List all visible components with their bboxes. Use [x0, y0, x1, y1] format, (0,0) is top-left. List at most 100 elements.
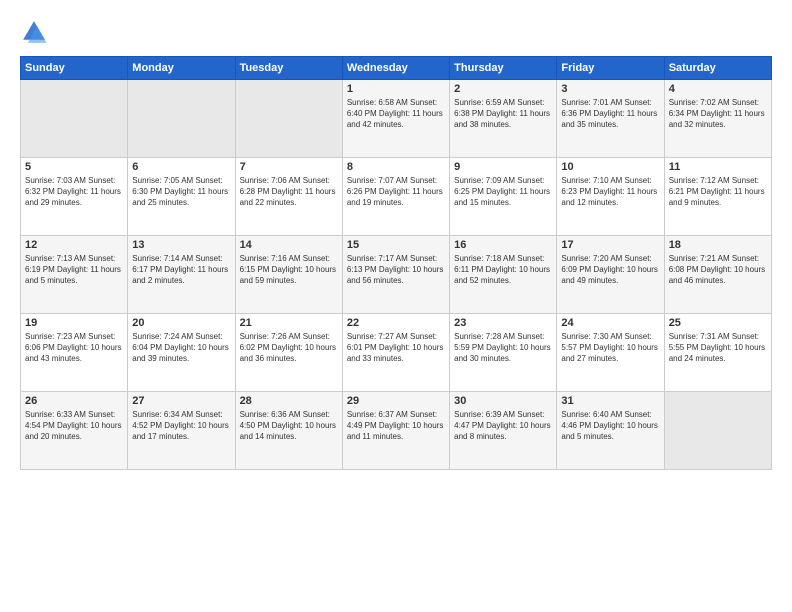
day-info: Sunrise: 7:23 AM Sunset: 6:06 PM Dayligh…	[25, 331, 123, 365]
day-number: 21	[240, 317, 338, 329]
day-info: Sunrise: 6:34 AM Sunset: 4:52 PM Dayligh…	[132, 409, 230, 443]
calendar-cell: 27Sunrise: 6:34 AM Sunset: 4:52 PM Dayli…	[128, 392, 235, 470]
calendar-week-1: 1 Sunrise: 6:58 AM Sunset: 6:40 PM Daylig…	[21, 80, 772, 158]
day-info: Sunrise: 7:13 AM Sunset: 6:19 PM Dayligh…	[25, 253, 123, 287]
calendar-cell: 17 Sunrise: 7:20 AM Sunset: 6:09 PM Dayli…	[557, 236, 664, 314]
day-number: 18	[669, 239, 767, 251]
logo-icon	[20, 18, 48, 46]
day-number: 17	[561, 239, 659, 251]
calendar-cell	[21, 80, 128, 158]
day-info: Sunrise: 6:33 AM Sunset: 4:54 PM Dayligh…	[25, 409, 123, 443]
weekday-header-thursday: Thursday	[450, 57, 557, 80]
calendar-cell: 13 Sunrise: 7:14 AM Sunset: 6:17 PM Dayli…	[128, 236, 235, 314]
calendar-cell: 5Sunrise: 7:03 AM Sunset: 6:32 PM Daylig…	[21, 158, 128, 236]
day-info: Sunrise: 7:06 AM Sunset: 6:28 PM Dayligh…	[240, 175, 338, 209]
day-number: 3	[561, 83, 659, 95]
day-info: Sunrise: 7:21 AM Sunset: 6:08 PM Dayligh…	[669, 253, 767, 287]
calendar-cell: 14 Sunrise: 7:16 AM Sunset: 6:15 PM Dayli…	[235, 236, 342, 314]
calendar-cell: 16 Sunrise: 7:18 AM Sunset: 6:11 PM Dayli…	[450, 236, 557, 314]
day-number: 24	[561, 317, 659, 329]
weekday-header-wednesday: Wednesday	[342, 57, 449, 80]
day-number: 1	[347, 83, 445, 95]
calendar-cell	[664, 392, 771, 470]
calendar-cell: 11 Sunrise: 7:12 AM Sunset: 6:21 PM Dayli…	[664, 158, 771, 236]
day-number: 16	[454, 239, 552, 251]
calendar-page: SundayMondayTuesdayWednesdayThursdayFrid…	[0, 0, 792, 612]
calendar-cell: 25Sunrise: 7:31 AM Sunset: 5:55 PM Dayli…	[664, 314, 771, 392]
calendar-cell: 28Sunrise: 6:36 AM Sunset: 4:50 PM Dayli…	[235, 392, 342, 470]
day-number: 5	[25, 161, 123, 173]
calendar-cell: 29Sunrise: 6:37 AM Sunset: 4:49 PM Dayli…	[342, 392, 449, 470]
calendar-cell: 31 Sunrise: 6:40 AM Sunset: 4:46 PM Dayli…	[557, 392, 664, 470]
calendar-cell: 22 Sunrise: 7:27 AM Sunset: 6:01 PM Dayli…	[342, 314, 449, 392]
day-info: Sunrise: 7:28 AM Sunset: 5:59 PM Dayligh…	[454, 331, 552, 365]
day-info: Sunrise: 6:58 AM Sunset: 6:40 PM Dayligh…	[347, 97, 445, 131]
calendar-cell	[235, 80, 342, 158]
day-number: 11	[669, 161, 767, 173]
day-number: 6	[132, 161, 230, 173]
calendar-week-5: 26 Sunrise: 6:33 AM Sunset: 4:54 PM Dayli…	[21, 392, 772, 470]
weekday-header-monday: Monday	[128, 57, 235, 80]
calendar-cell: 7Sunrise: 7:06 AM Sunset: 6:28 PM Daylig…	[235, 158, 342, 236]
day-info: Sunrise: 7:02 AM Sunset: 6:34 PM Dayligh…	[669, 97, 767, 131]
day-info: Sunrise: 7:07 AM Sunset: 6:26 PM Dayligh…	[347, 175, 445, 209]
day-number: 15	[347, 239, 445, 251]
day-info: Sunrise: 7:05 AM Sunset: 6:30 PM Dayligh…	[132, 175, 230, 209]
calendar-cell: 15 Sunrise: 7:17 AM Sunset: 6:13 PM Dayli…	[342, 236, 449, 314]
weekday-header-friday: Friday	[557, 57, 664, 80]
day-number: 26	[25, 395, 123, 407]
header-row: SundayMondayTuesdayWednesdayThursdayFrid…	[21, 57, 772, 80]
day-info: Sunrise: 7:18 AM Sunset: 6:11 PM Dayligh…	[454, 253, 552, 287]
day-info: Sunrise: 7:14 AM Sunset: 6:17 PM Dayligh…	[132, 253, 230, 287]
day-number: 13	[132, 239, 230, 251]
day-number: 8	[347, 161, 445, 173]
calendar-cell: 26 Sunrise: 6:33 AM Sunset: 4:54 PM Dayli…	[21, 392, 128, 470]
day-info: Sunrise: 7:27 AM Sunset: 6:01 PM Dayligh…	[347, 331, 445, 365]
day-info: Sunrise: 6:40 AM Sunset: 4:46 PM Dayligh…	[561, 409, 659, 443]
day-number: 4	[669, 83, 767, 95]
weekday-header-saturday: Saturday	[664, 57, 771, 80]
calendar-week-4: 19 Sunrise: 7:23 AM Sunset: 6:06 PM Dayli…	[21, 314, 772, 392]
day-info: Sunrise: 7:31 AM Sunset: 5:55 PM Dayligh…	[669, 331, 767, 365]
day-info: Sunrise: 6:59 AM Sunset: 6:38 PM Dayligh…	[454, 97, 552, 131]
day-number: 23	[454, 317, 552, 329]
calendar-table: SundayMondayTuesdayWednesdayThursdayFrid…	[20, 56, 772, 470]
day-number: 12	[25, 239, 123, 251]
day-number: 20	[132, 317, 230, 329]
calendar-cell	[128, 80, 235, 158]
calendar-cell: 12 Sunrise: 7:13 AM Sunset: 6:19 PM Dayli…	[21, 236, 128, 314]
logo	[20, 18, 52, 46]
day-info: Sunrise: 7:16 AM Sunset: 6:15 PM Dayligh…	[240, 253, 338, 287]
day-info: Sunrise: 7:12 AM Sunset: 6:21 PM Dayligh…	[669, 175, 767, 209]
calendar-cell: 20 Sunrise: 7:24 AM Sunset: 6:04 PM Dayli…	[128, 314, 235, 392]
calendar-cell: 1 Sunrise: 6:58 AM Sunset: 6:40 PM Daylig…	[342, 80, 449, 158]
day-info: Sunrise: 7:10 AM Sunset: 6:23 PM Dayligh…	[561, 175, 659, 209]
weekday-header-tuesday: Tuesday	[235, 57, 342, 80]
day-number: 19	[25, 317, 123, 329]
day-number: 10	[561, 161, 659, 173]
day-info: Sunrise: 7:26 AM Sunset: 6:02 PM Dayligh…	[240, 331, 338, 365]
calendar-cell: 9 Sunrise: 7:09 AM Sunset: 6:25 PM Daylig…	[450, 158, 557, 236]
day-info: Sunrise: 7:30 AM Sunset: 5:57 PM Dayligh…	[561, 331, 659, 365]
calendar-cell: 18 Sunrise: 7:21 AM Sunset: 6:08 PM Dayli…	[664, 236, 771, 314]
calendar-cell: 19 Sunrise: 7:23 AM Sunset: 6:06 PM Dayli…	[21, 314, 128, 392]
calendar-week-2: 5Sunrise: 7:03 AM Sunset: 6:32 PM Daylig…	[21, 158, 772, 236]
calendar-cell: 6 Sunrise: 7:05 AM Sunset: 6:30 PM Daylig…	[128, 158, 235, 236]
calendar-cell: 24 Sunrise: 7:30 AM Sunset: 5:57 PM Dayli…	[557, 314, 664, 392]
calendar-cell: 2Sunrise: 6:59 AM Sunset: 6:38 PM Daylig…	[450, 80, 557, 158]
day-number: 14	[240, 239, 338, 251]
calendar-cell: 10 Sunrise: 7:10 AM Sunset: 6:23 PM Dayli…	[557, 158, 664, 236]
day-info: Sunrise: 7:20 AM Sunset: 6:09 PM Dayligh…	[561, 253, 659, 287]
calendar-cell: 30Sunrise: 6:39 AM Sunset: 4:47 PM Dayli…	[450, 392, 557, 470]
day-number: 9	[454, 161, 552, 173]
calendar-cell: 23 Sunrise: 7:28 AM Sunset: 5:59 PM Dayli…	[450, 314, 557, 392]
day-info: Sunrise: 6:36 AM Sunset: 4:50 PM Dayligh…	[240, 409, 338, 443]
day-number: 31	[561, 395, 659, 407]
day-number: 22	[347, 317, 445, 329]
calendar-cell: 4 Sunrise: 7:02 AM Sunset: 6:34 PM Daylig…	[664, 80, 771, 158]
day-info: Sunrise: 7:09 AM Sunset: 6:25 PM Dayligh…	[454, 175, 552, 209]
day-info: Sunrise: 7:24 AM Sunset: 6:04 PM Dayligh…	[132, 331, 230, 365]
day-info: Sunrise: 6:37 AM Sunset: 4:49 PM Dayligh…	[347, 409, 445, 443]
day-info: Sunrise: 7:17 AM Sunset: 6:13 PM Dayligh…	[347, 253, 445, 287]
calendar-cell: 8 Sunrise: 7:07 AM Sunset: 6:26 PM Daylig…	[342, 158, 449, 236]
